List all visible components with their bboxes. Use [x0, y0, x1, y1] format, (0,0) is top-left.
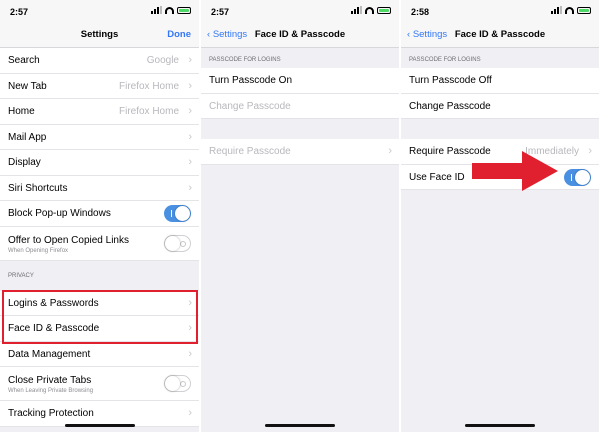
home-indicator [265, 424, 335, 427]
close-private-tabs-toggle[interactable] [164, 375, 191, 392]
row-label: Use Face ID [409, 171, 465, 183]
passcode-on-screen: 2:58 ‹ Settings Face ID & Passcode PASSC… [401, 0, 599, 432]
chevron-right-icon: › [188, 79, 192, 92]
settings-screen: 2:57 Settings Done Search Google › New T… [0, 0, 199, 432]
row-value: Firefox Home [118, 80, 179, 92]
settings-row-close-private-tabs: Close Private Tabs When Leaving Private … [0, 367, 199, 401]
chevron-right-icon: › [188, 105, 192, 117]
battery-icon [577, 6, 591, 14]
row-label: Search [8, 55, 40, 66]
require-passcode-row: Require Passcode › [201, 139, 399, 165]
section-header-privacy: PRIVACY [8, 272, 34, 279]
row-sublabel: When Opening Firefox [8, 247, 69, 254]
row-label: New Tab [8, 80, 47, 92]
row-label: Require Passcode [209, 146, 291, 157]
nav-bar: Settings Done [0, 22, 199, 48]
chevron-right-icon: › [388, 145, 392, 157]
chevron-right-icon: › [188, 181, 192, 194]
page-title: Face ID & Passcode [254, 29, 346, 40]
wifi-icon [165, 6, 174, 14]
signal-icon [551, 6, 562, 14]
battery-icon [177, 6, 191, 14]
status-bar: 2:57 [201, 0, 399, 22]
home-indicator [465, 424, 535, 427]
home-indicator [64, 424, 135, 427]
row-sublabel: When Leaving Private Browsing [8, 388, 94, 394]
wifi-icon [365, 6, 374, 14]
page-title: Face ID & Passcode [454, 29, 546, 40]
passcode-off-screen: 2:57 ‹ Settings Face ID & Passcode PASSC… [201, 0, 399, 432]
red-arrow-icon [472, 151, 558, 191]
row-label: Display [8, 157, 41, 168]
status-bar: 2:57 [0, 0, 199, 22]
change-passcode-row: Change Passcode [201, 93, 399, 119]
chevron-right-icon: › [188, 156, 192, 168]
signal-icon [351, 6, 362, 14]
status-bar: 2:58 [401, 0, 599, 22]
chevron-right-icon: › [188, 130, 192, 143]
section-header-passcode: PASSCODE FOR LOGINS [209, 57, 281, 63]
settings-row-block-popups: Block Pop-up Windows [0, 201, 199, 227]
row-value: Google [146, 55, 179, 66]
signal-icon [151, 6, 162, 14]
chevron-right-icon: › [188, 407, 192, 419]
row-label: Block Pop-up Windows [8, 208, 111, 219]
settings-row-home[interactable]: Home Firefox Home › [0, 99, 199, 125]
row-label: Change Passcode [409, 100, 491, 112]
settings-row-offer-copied-links: Offer to Open Copied Links When Opening … [0, 226, 199, 261]
change-passcode-row[interactable]: Change Passcode [401, 93, 599, 119]
row-label: Turn Passcode Off [409, 75, 492, 86]
settings-row-siri-shortcuts[interactable]: Siri Shortcuts › [0, 175, 199, 201]
battery-icon [377, 6, 391, 14]
row-value: Firefox Home [118, 106, 179, 117]
settings-row-new-tab[interactable]: New Tab Firefox Home › [0, 73, 199, 99]
row-label: Siri Shortcuts [8, 182, 68, 194]
row-label: Tracking Protection [8, 408, 94, 419]
nav-bar: ‹ Settings Face ID & Passcode [201, 22, 399, 48]
row-label: Home [8, 106, 35, 117]
status-time: 2:58 [411, 7, 430, 17]
settings-row-display[interactable]: Display › [0, 150, 199, 176]
turn-passcode-on-row[interactable]: Turn Passcode On [201, 68, 399, 94]
row-label: Change Passcode [209, 100, 291, 112]
chevron-right-icon: › [188, 347, 192, 360]
settings-row-tracking-protection[interactable]: Tracking Protection › [0, 401, 199, 427]
use-face-id-toggle[interactable] [564, 168, 591, 186]
chevron-right-icon: › [588, 145, 592, 157]
turn-passcode-off-row[interactable]: Turn Passcode Off [401, 68, 599, 94]
wifi-icon [565, 6, 574, 14]
row-label: Offer to Open Copied Links [8, 234, 129, 246]
status-time: 2:57 [211, 7, 230, 17]
row-label: Close Private Tabs [8, 375, 92, 386]
chevron-right-icon: › [188, 54, 192, 66]
settings-row-mail-app[interactable]: Mail App › [0, 124, 199, 150]
status-time: 2:57 [10, 7, 29, 17]
block-popups-toggle[interactable] [164, 205, 191, 222]
row-label: Turn Passcode On [209, 75, 293, 86]
offer-copied-links-toggle[interactable] [164, 234, 191, 252]
nav-bar: ‹ Settings Face ID & Passcode [401, 22, 599, 48]
highlight-box [2, 290, 198, 344]
settings-row-data-management[interactable]: Data Management › [0, 341, 199, 367]
row-label: Data Management [8, 348, 91, 360]
section-header-passcode: PASSCODE FOR LOGINS [409, 57, 481, 63]
row-label: Mail App [8, 131, 47, 143]
done-button[interactable]: Done [167, 29, 191, 40]
settings-row-search[interactable]: Search Google › [0, 48, 199, 74]
